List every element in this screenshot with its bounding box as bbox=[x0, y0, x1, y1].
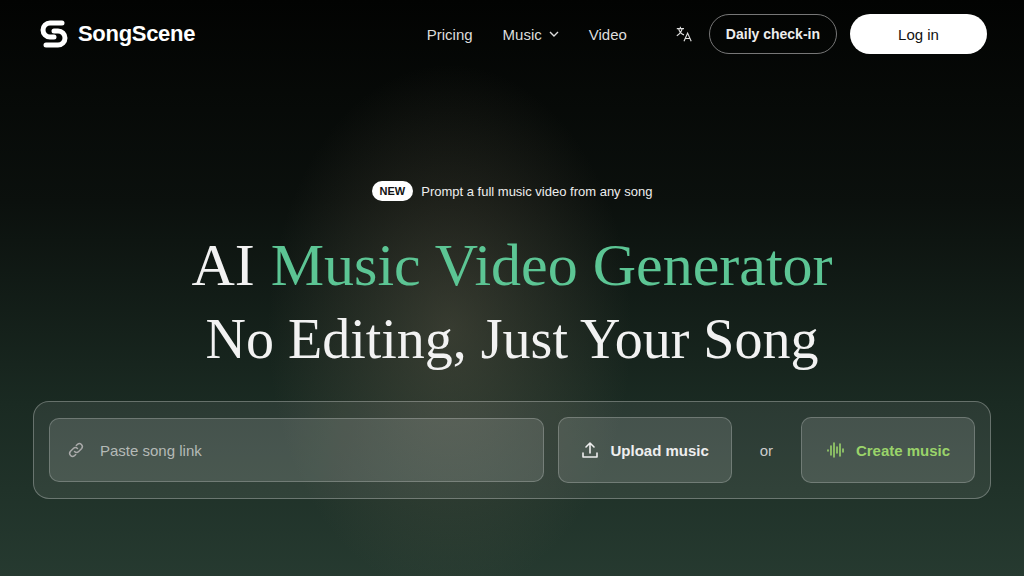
translate-icon[interactable] bbox=[675, 25, 693, 43]
nav-link[interactable]: Video bbox=[589, 26, 627, 43]
hero-subtitle: No Editing, Just Your Song bbox=[205, 305, 818, 373]
new-badge: NEW bbox=[372, 181, 414, 201]
main-nav: Pricing Music Video Daily check-in Log in bbox=[427, 14, 987, 54]
upload-music-button[interactable]: Upload music bbox=[558, 417, 732, 483]
song-link-field[interactable] bbox=[49, 418, 544, 482]
upload-icon bbox=[580, 440, 600, 460]
nav-link[interactable]: Music bbox=[503, 26, 559, 43]
top-bar: SongScene Pricing Music Video Daily check-in… bbox=[0, 0, 1024, 68]
daily-check-in-button[interactable]: Daily check-in bbox=[709, 14, 837, 54]
hero-title: AIMusic Video Generator bbox=[191, 229, 832, 301]
login-button[interactable]: Log in bbox=[850, 14, 987, 54]
logo[interactable]: SongScene bbox=[40, 20, 195, 48]
announcement[interactable]: NEWPrompt a full music video from any so… bbox=[372, 181, 653, 201]
or-separator: or bbox=[746, 442, 787, 459]
landing-page: SongScene Pricing Music Video Daily check-in… bbox=[0, 0, 1024, 576]
link-icon bbox=[66, 440, 86, 460]
nav-link[interactable]: Pricing bbox=[427, 26, 473, 43]
input-panel: Upload music or Create music bbox=[33, 401, 991, 499]
song-link-input[interactable] bbox=[98, 441, 527, 460]
logo-icon bbox=[40, 20, 68, 48]
create-music-button[interactable]: Create music bbox=[801, 417, 975, 483]
waveform-icon bbox=[826, 440, 846, 460]
hero: NEWPrompt a full music video from any so… bbox=[0, 68, 1024, 499]
chevron-down-icon bbox=[549, 31, 559, 37]
